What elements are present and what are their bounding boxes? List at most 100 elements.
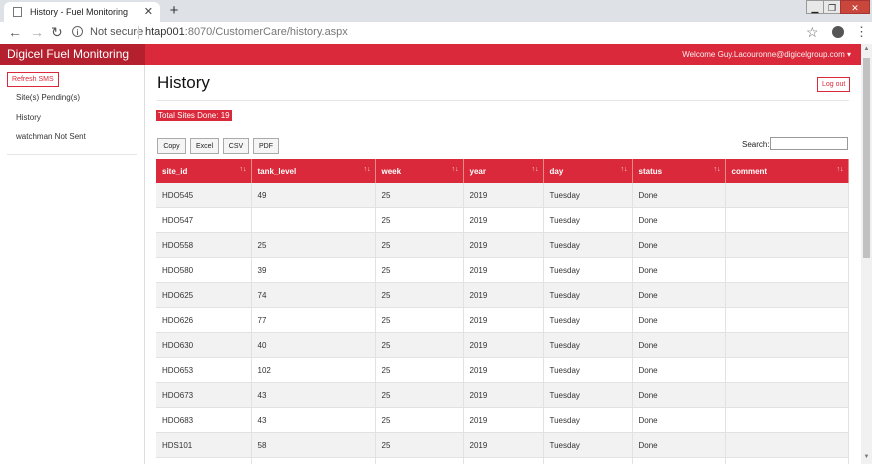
cell-year: 2019 <box>463 307 544 333</box>
cell-week: 25 <box>375 183 464 208</box>
cell-day: Tuesday <box>543 432 633 458</box>
column-header-label: comment <box>731 166 768 176</box>
browser-menu-icon[interactable]: ⋮ <box>855 24 868 40</box>
cell-year: 2019 <box>463 432 544 458</box>
browser-tab[interactable]: History - Fuel Monitoring ✕ <box>4 2 160 22</box>
not-secure-label: Not secure <box>90 26 144 38</box>
cell-day: Tuesday <box>543 183 633 208</box>
cell-status: Done <box>632 457 726 464</box>
history-table: site_id ↑↓ tank_level ↑↓ week ↑↓ year ↑↓ day ↑↓ st… <box>156 159 849 464</box>
column-header-comment[interactable]: comment ↑↓ <box>725 159 849 183</box>
cell-year: 2019 <box>463 232 544 258</box>
user-menu[interactable]: Welcome Guy.Lacouronne@digicelgroup.com … <box>682 44 851 65</box>
address-bar: ← → ↻ i Not secure htap001:8070/Customer… <box>0 22 872 45</box>
table-row: HDO580 39 25 2019 Tuesday Done <box>156 257 849 283</box>
cell-year: 2019 <box>463 183 544 208</box>
cell-comment <box>725 432 849 458</box>
sidebar-item-watchman-not-sent[interactable]: watchman Not Sent <box>16 132 86 141</box>
cell-status: Done <box>632 332 726 358</box>
column-header-label: tank_level <box>257 166 297 176</box>
csv-button[interactable]: CSV <box>223 138 249 154</box>
column-header-label: day <box>549 166 564 176</box>
table-row: HDO653 102 25 2019 Tuesday Done <box>156 357 849 383</box>
cell-tank-level: 25 <box>251 232 376 258</box>
cell-site-id: HDO547 <box>156 207 252 233</box>
cell-site-id: HDS101 <box>156 432 252 458</box>
table-row: HDO545 49 25 2019 Tuesday Done <box>156 183 849 208</box>
cell-tank-level: 49 <box>251 183 376 208</box>
bookmark-star-icon[interactable]: ☆ <box>806 24 819 41</box>
scroll-down-icon[interactable]: ▼ <box>861 454 872 460</box>
cell-year: 2019 <box>463 257 544 283</box>
cell-site-id: HDS112 <box>156 457 252 464</box>
sidebar-item-history[interactable]: History <box>16 113 41 122</box>
column-header-year[interactable]: year ↑↓ <box>463 159 544 183</box>
cell-day: Tuesday <box>543 257 633 283</box>
cell-year: 2019 <box>463 332 544 358</box>
forward-icon[interactable]: → <box>30 24 44 40</box>
app-brand[interactable]: Digicel Fuel Monitoring <box>0 44 145 65</box>
cell-site-id: HDO558 <box>156 232 252 258</box>
cell-day: Tuesday <box>543 357 633 383</box>
table-header-row: site_id ↑↓ tank_level ↑↓ week ↑↓ year ↑↓ day ↑↓ st… <box>156 159 849 183</box>
cell-status: Done <box>632 407 726 433</box>
cell-year: 2019 <box>463 457 544 464</box>
logout-button[interactable]: Log out <box>817 77 851 92</box>
sort-icon: ↑↓ <box>713 166 721 173</box>
tab-title: History - Fuel Monitoring <box>30 7 129 17</box>
cell-year: 2019 <box>463 357 544 383</box>
cell-week: 25 <box>375 457 464 464</box>
close-tab-icon[interactable]: ✕ <box>144 2 153 22</box>
cell-week: 25 <box>375 432 464 458</box>
cell-comment <box>725 232 849 258</box>
cell-week: 25 <box>375 232 464 258</box>
sidebar-item-sites-pending[interactable]: Site(s) Pending(s) <box>16 93 80 102</box>
back-icon[interactable]: ← <box>8 24 22 40</box>
cell-day: Tuesday <box>543 332 633 358</box>
minimize-icon[interactable]: ▁ <box>806 0 824 14</box>
page-favicon-icon <box>13 7 22 17</box>
column-header-tank-level[interactable]: tank_level ↑↓ <box>251 159 376 183</box>
cell-status: Done <box>632 257 726 283</box>
cell-week: 25 <box>375 332 464 358</box>
cell-comment <box>725 407 849 433</box>
page-scrollbar[interactable]: ▲ ▼ <box>861 44 872 464</box>
cell-tank-level: 40 <box>251 332 376 358</box>
new-tab-icon[interactable]: + <box>166 3 182 19</box>
search-input[interactable] <box>770 137 848 150</box>
cell-comment <box>725 257 849 283</box>
column-header-week[interactable]: week ↑↓ <box>375 159 464 183</box>
cell-status: Done <box>632 357 726 383</box>
maximize-icon[interactable]: ❐ <box>823 0 841 14</box>
reload-icon[interactable]: ↻ <box>51 24 63 41</box>
refresh-sms-button[interactable]: Refresh SMS <box>7 72 59 87</box>
cell-year: 2019 <box>463 407 544 433</box>
cell-comment <box>725 207 849 233</box>
account-icon[interactable] <box>832 26 844 38</box>
table-row: HDO673 43 25 2019 Tuesday Done <box>156 382 849 408</box>
cell-comment <box>725 282 849 308</box>
main-content: History Log out Total Sites Done: 19 Cop… <box>145 65 861 464</box>
info-icon[interactable]: i <box>72 26 83 37</box>
search-label: Search: <box>742 140 770 149</box>
column-header-day[interactable]: day ↑↓ <box>543 159 633 183</box>
pdf-button[interactable]: PDF <box>253 138 279 154</box>
column-header-label: site_id <box>162 166 188 176</box>
close-window-icon[interactable]: ✕ <box>840 0 870 14</box>
scroll-up-icon[interactable]: ▲ <box>861 46 872 52</box>
cell-year: 2019 <box>463 382 544 408</box>
column-header-label: status <box>638 166 663 176</box>
excel-button[interactable]: Excel <box>190 138 219 154</box>
column-header-site-id[interactable]: site_id ↑↓ <box>156 159 252 183</box>
table-row: HDO625 74 25 2019 Tuesday Done <box>156 282 849 308</box>
copy-button[interactable]: Copy <box>157 138 186 154</box>
cell-week: 25 <box>375 382 464 408</box>
cell-tank-level: 74 <box>251 282 376 308</box>
scrollbar-thumb[interactable] <box>863 58 870 258</box>
app-header: Digicel Fuel Monitoring Welcome Guy.Laco… <box>0 44 861 65</box>
cell-year: 2019 <box>463 282 544 308</box>
column-header-status[interactable]: status ↑↓ <box>632 159 726 183</box>
cell-site-id: HDO683 <box>156 407 252 433</box>
column-header-label: week <box>381 166 402 176</box>
url-field[interactable]: htap001:8070/CustomerCare/history.aspx <box>145 26 348 38</box>
